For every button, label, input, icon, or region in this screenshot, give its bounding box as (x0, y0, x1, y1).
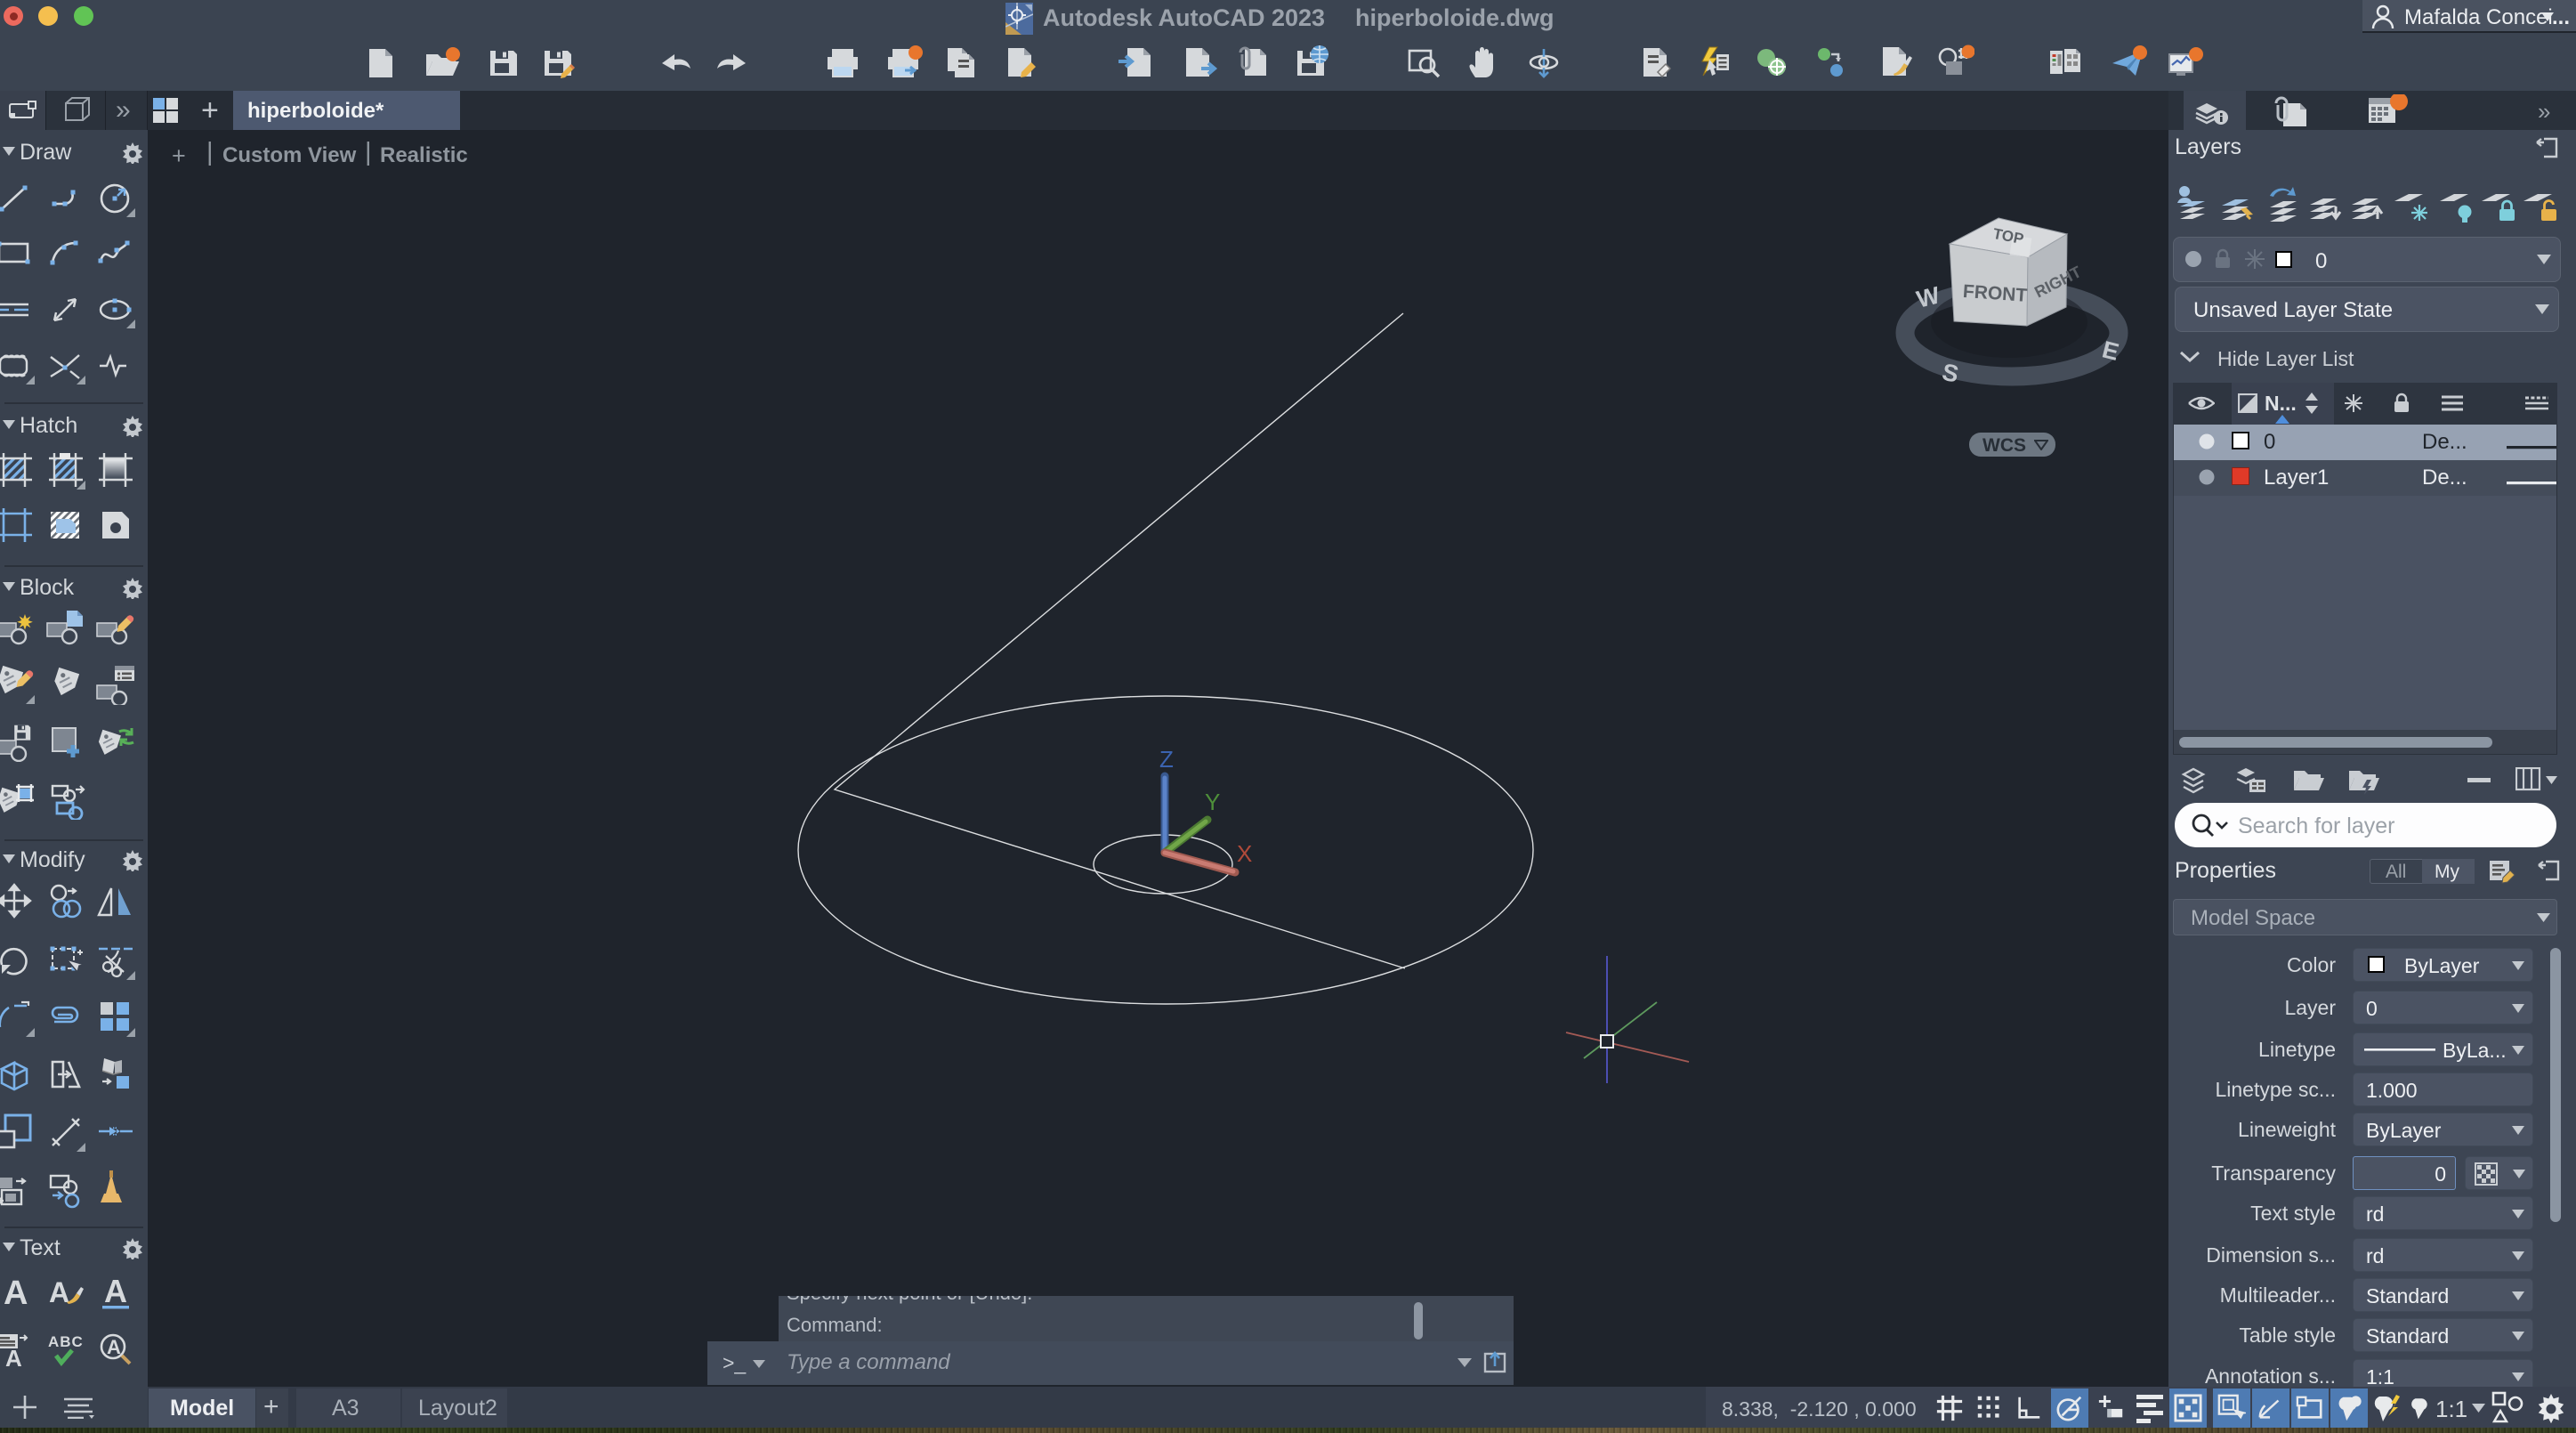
svg-text:A: A (4, 1275, 28, 1312)
svg-text:ABC: ABC (48, 1333, 84, 1350)
svg-text:A: A (49, 1276, 69, 1308)
svg-text:A: A (107, 1336, 121, 1358)
svg-text:E: E (2100, 336, 2122, 366)
svg-text:A: A (5, 1345, 22, 1370)
svg-text:A: A (104, 1273, 127, 1309)
